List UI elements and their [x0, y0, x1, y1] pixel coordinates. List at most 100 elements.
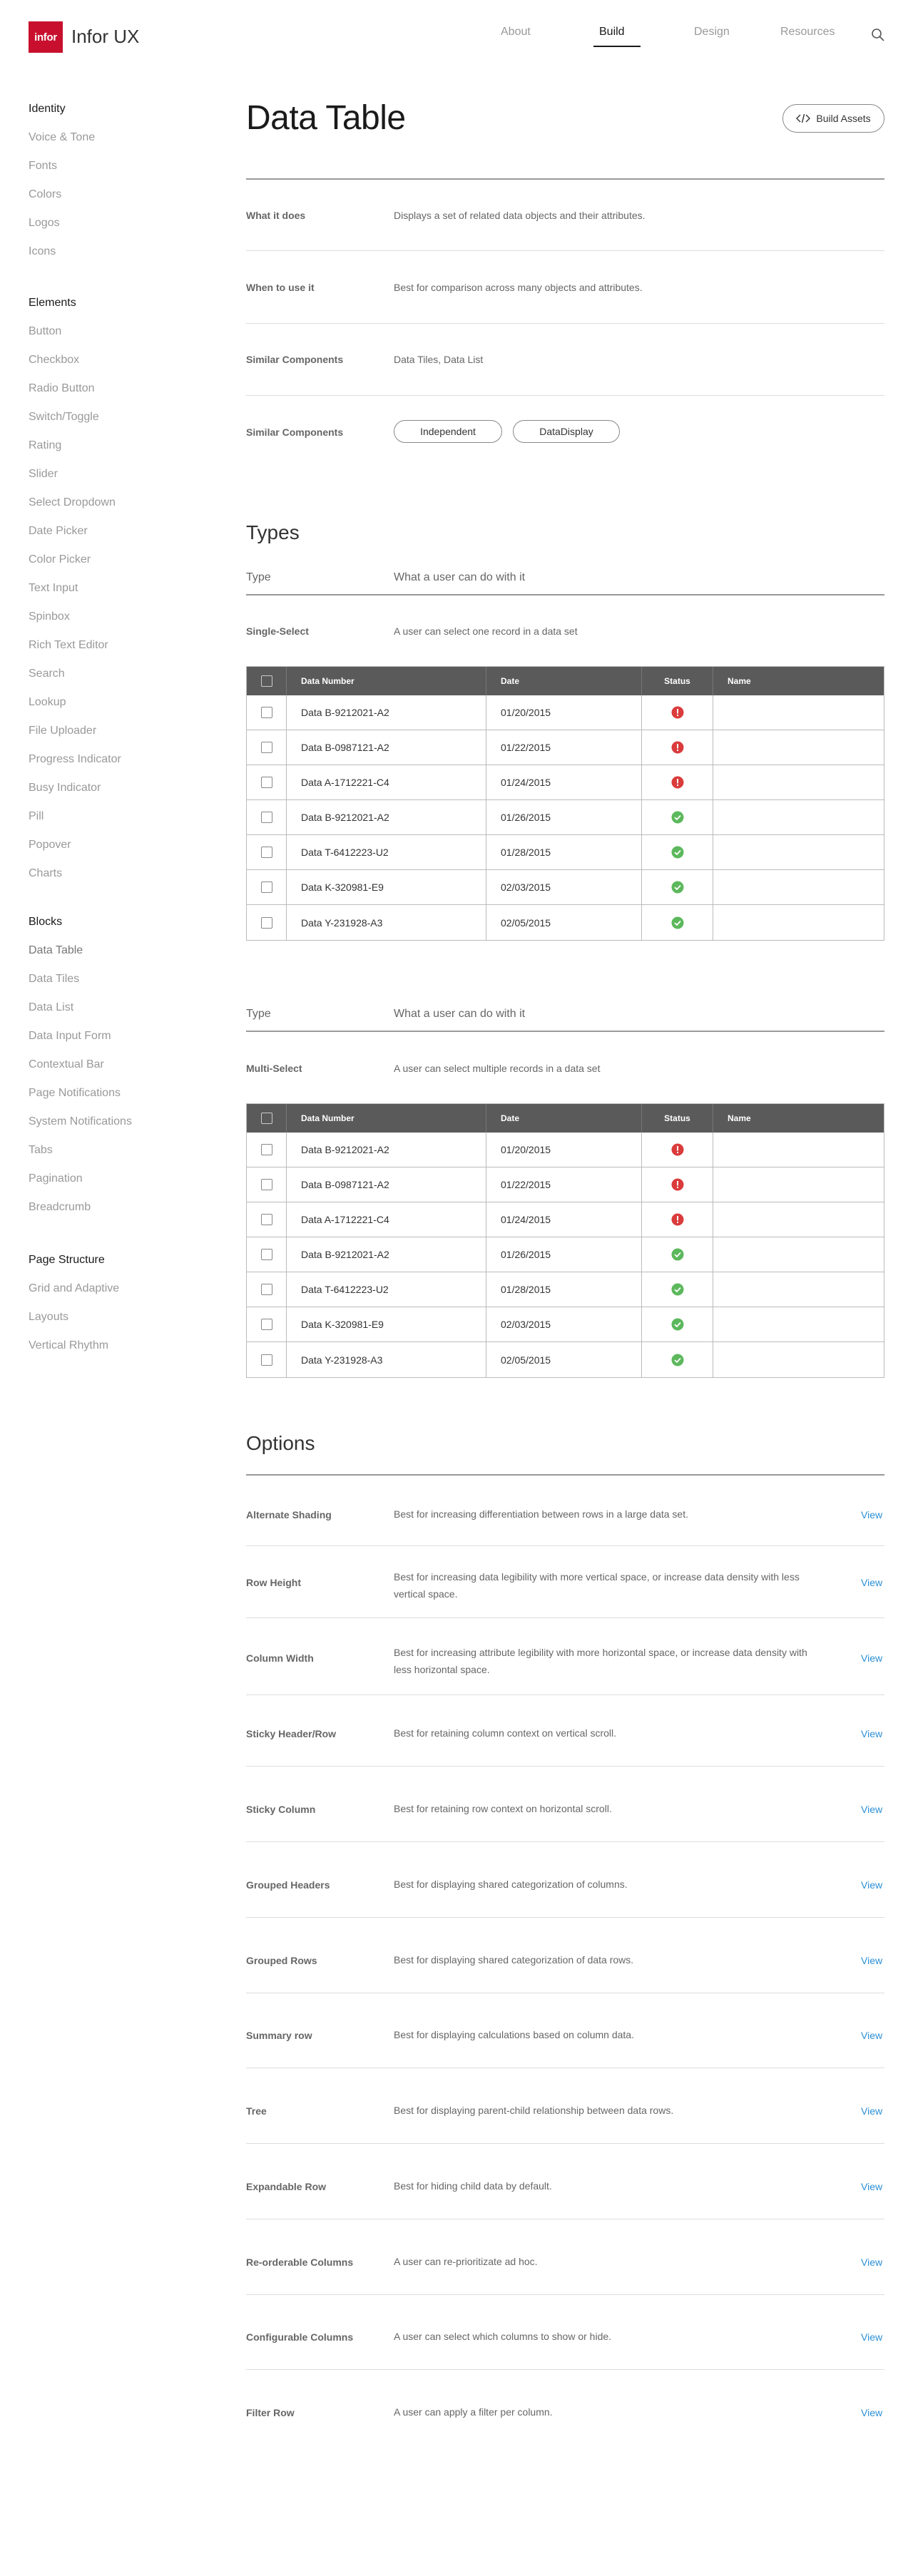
row-checkbox[interactable] — [260, 1319, 272, 1330]
sidebar-item-icons[interactable]: Icons — [29, 245, 56, 258]
sidebar-item-system-notifications[interactable]: System Notifications — [29, 1115, 132, 1128]
search-icon[interactable] — [870, 27, 886, 43]
sidebar-item-pagination[interactable]: Pagination — [29, 1172, 83, 1185]
table-row[interactable]: Data B-0987121-A2 01/22/2015 — [247, 1167, 884, 1202]
row-select-cell[interactable] — [247, 835, 287, 869]
header-status[interactable]: Status — [642, 667, 713, 695]
table-row[interactable]: Data B-9212021-A2 01/26/2015 — [247, 800, 884, 835]
table-row[interactable]: Data B-9212021-A2 01/20/2015 — [247, 1133, 884, 1167]
row-checkbox[interactable] — [260, 1354, 272, 1366]
row-select-cell[interactable] — [247, 765, 287, 799]
row-select-cell[interactable] — [247, 1272, 287, 1307]
table-row[interactable]: Data B-9212021-A2 01/26/2015 — [247, 1237, 884, 1272]
option-view-link-column-width[interactable]: View — [861, 1652, 882, 1664]
header-name[interactable]: Name — [713, 667, 884, 695]
nav-build[interactable]: Build — [599, 26, 625, 39]
header-data-number[interactable]: Data Number — [287, 667, 486, 695]
sidebar-item-search[interactable]: Search — [29, 668, 65, 680]
sidebar-item-rating[interactable]: Rating — [29, 439, 61, 452]
sidebar-item-date-picker[interactable]: Date Picker — [29, 525, 88, 538]
option-view-link-configurable-columns[interactable]: View — [861, 2331, 882, 2343]
sidebar-item-fonts[interactable]: Fonts — [29, 160, 57, 173]
row-checkbox[interactable] — [260, 916, 272, 929]
sidebar-item-contextual-bar[interactable]: Contextual Bar — [29, 1058, 104, 1071]
sidebar-item-tabs[interactable]: Tabs — [29, 1144, 53, 1157]
sidebar-item-breadcrumb[interactable]: Breadcrumb — [29, 1201, 91, 1214]
header-data-number[interactable]: Data Number — [287, 1104, 486, 1133]
pill-independent[interactable]: Independent — [394, 420, 502, 443]
sidebar-item-grid-and-adaptive[interactable]: Grid and Adaptive — [29, 1282, 119, 1295]
sidebar-item-slider[interactable]: Slider — [29, 468, 58, 481]
build-assets-button[interactable]: Build Assets — [782, 104, 884, 133]
table-row[interactable]: Data A-1712221-C4 01/24/2015 — [247, 765, 884, 800]
row-checkbox[interactable] — [260, 1144, 272, 1155]
sidebar-item-vertical-rhythm[interactable]: Vertical Rhythm — [29, 1339, 108, 1352]
header-date[interactable]: Date — [486, 1104, 642, 1133]
row-select-cell[interactable] — [247, 1167, 287, 1202]
option-view-link-grouped-rows[interactable]: View — [861, 1955, 882, 1966]
brand-name[interactable]: Infor UX — [71, 26, 139, 48]
table-row[interactable]: Data Y-231928-A3 02/05/2015 — [247, 905, 884, 940]
option-view-link-sticky-header-row[interactable]: View — [861, 1728, 882, 1739]
sidebar-item-page-notifications[interactable]: Page Notifications — [29, 1087, 121, 1100]
sidebar-item-data-tiles[interactable]: Data Tiles — [29, 973, 79, 986]
select-all-checkbox[interactable] — [260, 1113, 272, 1124]
header-date[interactable]: Date — [486, 667, 642, 695]
nav-about[interactable]: About — [501, 26, 531, 39]
sidebar-item-popover[interactable]: Popover — [29, 839, 71, 852]
select-all-checkbox[interactable] — [260, 675, 272, 687]
option-view-link-grouped-headers[interactable]: View — [861, 1879, 882, 1891]
row-select-cell[interactable] — [247, 1202, 287, 1237]
select-all-cell[interactable] — [247, 667, 287, 695]
row-checkbox[interactable] — [260, 1284, 272, 1295]
sidebar-item-busy-indicator[interactable]: Busy Indicator — [29, 782, 101, 794]
row-select-cell[interactable] — [247, 1342, 287, 1377]
option-view-link-tree[interactable]: View — [861, 2105, 882, 2117]
pill-datadisplay[interactable]: DataDisplay — [513, 420, 620, 443]
sidebar-item-logos[interactable]: Logos — [29, 217, 60, 230]
row-select-cell[interactable] — [247, 695, 287, 730]
row-checkbox[interactable] — [260, 881, 272, 893]
option-view-link-alternate-shading[interactable]: View — [861, 1509, 882, 1520]
table-row[interactable]: Data K-320981-E9 02/03/2015 — [247, 870, 884, 905]
sidebar-item-layouts[interactable]: Layouts — [29, 1311, 68, 1324]
sidebar-item-spinbox[interactable]: Spinbox — [29, 610, 70, 623]
select-all-cell[interactable] — [247, 1104, 287, 1133]
table-row[interactable]: Data T-6412223-U2 01/28/2015 — [247, 1272, 884, 1307]
sidebar-item-lookup[interactable]: Lookup — [29, 696, 66, 709]
row-select-cell[interactable] — [247, 730, 287, 765]
sidebar-item-color-picker[interactable]: Color Picker — [29, 553, 91, 566]
table-row[interactable]: Data B-9212021-A2 01/20/2015 — [247, 695, 884, 730]
sidebar-item-checkbox[interactable]: Checkbox — [29, 354, 79, 367]
sidebar-item-switch-toggle[interactable]: Switch/Toggle — [29, 411, 99, 424]
row-checkbox[interactable] — [260, 812, 272, 823]
row-checkbox[interactable] — [260, 847, 272, 858]
table-row[interactable]: Data T-6412223-U2 01/28/2015 — [247, 835, 884, 870]
table-row[interactable]: Data Y-231928-A3 02/05/2015 — [247, 1342, 884, 1377]
option-view-link-expandable-row[interactable]: View — [861, 2181, 882, 2192]
sidebar-item-rich-text-editor[interactable]: Rich Text Editor — [29, 639, 108, 652]
header-name[interactable]: Name — [713, 1104, 884, 1133]
sidebar-item-file-uploader[interactable]: File Uploader — [29, 725, 96, 737]
option-view-link-filter-row[interactable]: View — [861, 2407, 882, 2418]
sidebar-item-text-input[interactable]: Text Input — [29, 582, 78, 595]
sidebar-item-data-table[interactable]: Data Table — [29, 944, 83, 957]
option-view-link-re-orderable-columns[interactable]: View — [861, 2256, 882, 2268]
sidebar-item-data-input-form[interactable]: Data Input Form — [29, 1030, 111, 1043]
table-row[interactable]: Data K-320981-E9 02/03/2015 — [247, 1307, 884, 1342]
option-view-link-row-height[interactable]: View — [861, 1577, 882, 1588]
row-select-cell[interactable] — [247, 1307, 287, 1341]
sidebar-item-charts[interactable]: Charts — [29, 867, 62, 880]
sidebar-item-pill[interactable]: Pill — [29, 810, 44, 823]
nav-design[interactable]: Design — [694, 26, 730, 39]
sidebar-item-radio-button[interactable]: Radio Button — [29, 382, 95, 395]
row-select-cell[interactable] — [247, 800, 287, 834]
sidebar-item-colors[interactable]: Colors — [29, 188, 61, 201]
sidebar-item-progress-indicator[interactable]: Progress Indicator — [29, 753, 121, 766]
table-row[interactable]: Data A-1712221-C4 01/24/2015 — [247, 1202, 884, 1237]
table-row[interactable]: Data B-0987121-A2 01/22/2015 — [247, 730, 884, 765]
header-status[interactable]: Status — [642, 1104, 713, 1133]
row-checkbox[interactable] — [260, 707, 272, 718]
row-select-cell[interactable] — [247, 1133, 287, 1167]
option-view-link-summary-row[interactable]: View — [861, 2030, 882, 2041]
